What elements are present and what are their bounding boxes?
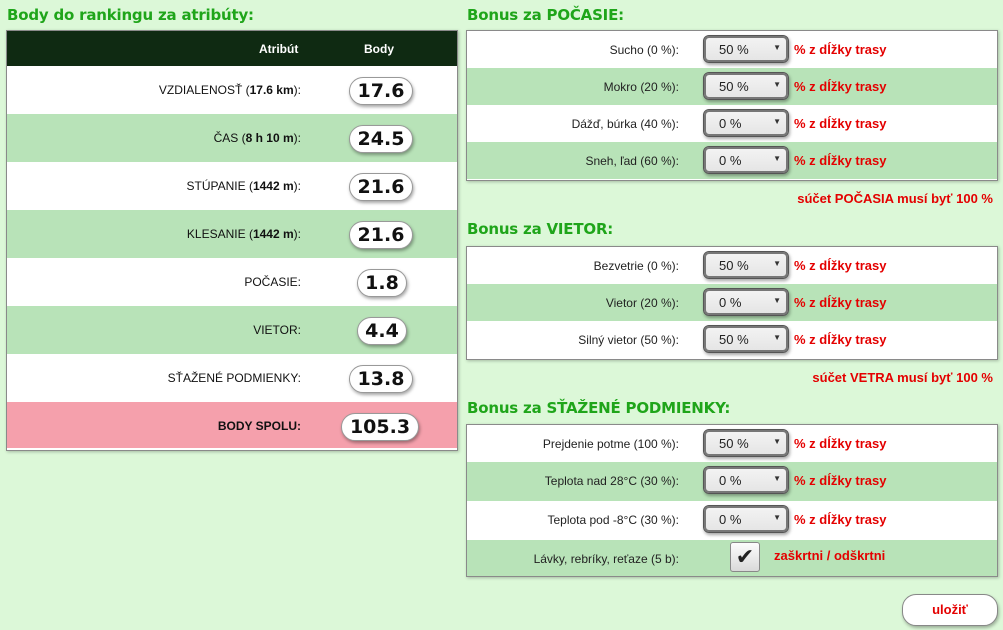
total-row: BODY SPOLU: 105.3: [7, 402, 457, 448]
wind-select[interactable]: 50 % ▼: [703, 251, 789, 279]
unit-label: % z dĺžky trasy: [794, 79, 887, 94]
col-points: Body: [364, 42, 394, 56]
weather-label: Sneh, ľad (60 %):: [585, 154, 679, 168]
chevron-down-icon: ▼: [773, 437, 781, 446]
weather-row: Mokro (20 %): 50 % ▼ % z dĺžky trasy: [467, 68, 997, 105]
points-row: ČAS (8 h 10 m): 24.5: [7, 114, 457, 162]
wind-label: Bezvetrie (0 %):: [593, 259, 679, 273]
unit-label: % z dĺžky trasy: [794, 42, 887, 57]
weather-row: Dážď, búrka (40 %): 0 % ▼ % z dĺžky trasy: [467, 105, 997, 142]
hard-row: Teplota pod -8°C (30 %): 0 % ▼ % z dĺžky …: [467, 501, 997, 540]
points-value: 24.5: [349, 125, 413, 153]
weather-label: Sucho (0 %):: [609, 43, 679, 57]
wind-select[interactable]: 50 % ▼: [703, 325, 789, 353]
wind-warning: súčet VETRA musí byť 100 %: [812, 370, 993, 385]
points-value: 21.6: [349, 221, 413, 249]
hard-label: Prejdenie potme (100 %):: [542, 437, 679, 451]
points-table: Atribút Body VZDIALENOSŤ (17.6 km): 17.6…: [6, 30, 458, 451]
weather-panel: Sucho (0 %): 50 % ▼ % z dĺžky trasy Mokro…: [466, 30, 998, 181]
hard-conditions-panel: Prejdenie potme (100 %): 50 % ▼ % z dĺžky…: [466, 424, 998, 577]
points-row: POČASIE: 1.8: [7, 258, 457, 306]
weather-select[interactable]: 50 % ▼: [703, 72, 789, 100]
weather-select[interactable]: 50 % ▼: [703, 35, 789, 63]
chevron-down-icon: ▼: [773, 154, 781, 163]
points-row: VIETOR: 4.4: [7, 306, 457, 354]
wind-panel: Bezvetrie (0 %): 50 % ▼ % z dĺžky trasy V…: [466, 246, 998, 360]
weather-title: Bonus za POČASIE:: [467, 6, 624, 24]
hard-label: Teplota pod -8°C (30 %):: [547, 513, 679, 527]
weather-warning: súčet POČASIA musí byť 100 %: [797, 191, 993, 206]
unit-label: % z dĺžky trasy: [794, 436, 887, 451]
points-table-header: Atribút Body: [7, 31, 457, 66]
weather-select[interactable]: 0 % ▼: [703, 109, 789, 137]
wind-row: Bezvetrie (0 %): 50 % ▼ % z dĺžky trasy: [467, 247, 997, 284]
chevron-down-icon: ▼: [773, 117, 781, 126]
unit-label: % z dĺžky trasy: [794, 332, 887, 347]
hard-select[interactable]: 0 % ▼: [703, 466, 789, 494]
attr-label: VIETOR:: [253, 323, 301, 337]
toggle-check-link[interactable]: zaškrtni / odškrtni: [774, 548, 885, 563]
attr-label: ČAS (8 h 10 m):: [213, 131, 301, 145]
save-button[interactable]: uložiť: [902, 594, 998, 626]
wind-label: Silný vietor (50 %):: [578, 333, 679, 347]
hard-select[interactable]: 0 % ▼: [703, 505, 789, 533]
checkbox-checked[interactable]: ✔: [730, 542, 760, 572]
weather-label: Mokro (20 %):: [603, 80, 679, 94]
hard-conditions-title: Bonus za SŤAŽENÉ PODMIENKY:: [467, 399, 731, 417]
unit-label: % z dĺžky trasy: [794, 512, 887, 527]
points-value: 21.6: [349, 173, 413, 201]
points-row: SŤAŽENÉ PODMIENKY: 13.8: [7, 354, 457, 402]
wind-row: Silný vietor (50 %): 50 % ▼ % z dĺžky tra…: [467, 321, 997, 358]
hard-row: Prejdenie potme (100 %): 50 % ▼ % z dĺžky…: [467, 425, 997, 462]
points-row: STÚPANIE (1442 m): 21.6: [7, 162, 457, 210]
wind-select[interactable]: 0 % ▼: [703, 288, 789, 316]
attr-label: KLESANIE (1442 m):: [186, 227, 301, 241]
attr-label: VZDIALENOSŤ (17.6 km):: [158, 83, 301, 97]
wind-title: Bonus za VIETOR:: [467, 220, 614, 238]
points-value: 17.6: [349, 77, 413, 105]
attr-label: POČASIE:: [244, 275, 301, 289]
hard-check-row: Lávky, rebríky, reťaze (5 b): ✔ zaškrtni…: [467, 540, 997, 576]
weather-row: Sneh, ľad (60 %): 0 % ▼ % z dĺžky trasy: [467, 142, 997, 179]
unit-label: % z dĺžky trasy: [794, 153, 887, 168]
chevron-down-icon: ▼: [773, 513, 781, 522]
chevron-down-icon: ▼: [773, 296, 781, 305]
points-title: Body do rankingu za atribúty:: [7, 6, 254, 24]
weather-label: Dážď, búrka (40 %):: [571, 117, 679, 131]
chevron-down-icon: ▼: [773, 259, 781, 268]
chevron-down-icon: ▼: [773, 474, 781, 483]
unit-label: % z dĺžky trasy: [794, 295, 887, 310]
col-attribute: Atribút: [259, 42, 299, 56]
unit-label: % z dĺžky trasy: [794, 473, 887, 488]
points-value: 13.8: [349, 365, 413, 393]
chevron-down-icon: ▼: [773, 80, 781, 89]
points-row: VZDIALENOSŤ (17.6 km): 17.6: [7, 66, 457, 114]
hard-row: Teplota nad 28°C (30 %): 0 % ▼ % z dĺžky …: [467, 462, 997, 501]
wind-row: Vietor (20 %): 0 % ▼ % z dĺžky trasy: [467, 284, 997, 321]
weather-row: Sucho (0 %): 50 % ▼ % z dĺžky trasy: [467, 31, 997, 68]
attr-label: SŤAŽENÉ PODMIENKY:: [167, 371, 301, 385]
wind-label: Vietor (20 %):: [605, 296, 679, 310]
hard-label: Teplota nad 28°C (30 %):: [544, 474, 679, 488]
chevron-down-icon: ▼: [773, 333, 781, 342]
weather-select[interactable]: 0 % ▼: [703, 146, 789, 174]
total-label: BODY SPOLU:: [217, 419, 301, 433]
unit-label: % z dĺžky trasy: [794, 258, 887, 273]
checkmark-icon: ✔: [735, 544, 755, 569]
points-value: 1.8: [357, 269, 407, 297]
unit-label: % z dĺžky trasy: [794, 116, 887, 131]
check-label: Lávky, rebríky, reťaze (5 b):: [533, 552, 679, 566]
chevron-down-icon: ▼: [773, 43, 781, 52]
attr-label: STÚPANIE (1442 m):: [186, 179, 302, 193]
total-value: 105.3: [341, 413, 419, 441]
points-value: 4.4: [357, 317, 407, 345]
points-row: KLESANIE (1442 m): 21.6: [7, 210, 457, 258]
hard-select[interactable]: 50 % ▼: [703, 429, 789, 457]
